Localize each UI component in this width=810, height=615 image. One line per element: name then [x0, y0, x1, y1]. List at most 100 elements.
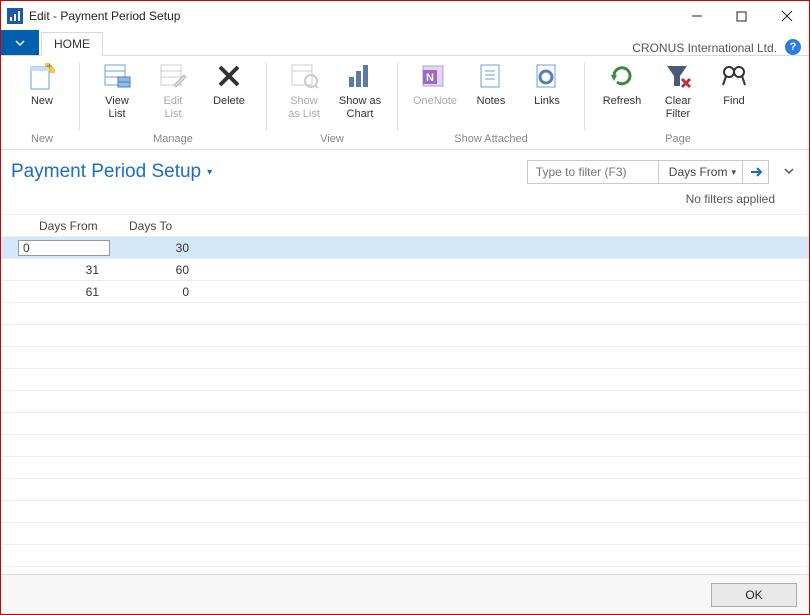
ribbon-group-page: Refresh Clear Filter Find Page	[589, 58, 767, 149]
ok-button[interactable]: OK	[711, 583, 797, 607]
table-row[interactable]	[1, 347, 809, 369]
maximize-button[interactable]	[719, 1, 764, 31]
table-row[interactable]: 030	[1, 237, 809, 259]
table-row[interactable]	[1, 391, 809, 413]
filter-input[interactable]	[528, 161, 658, 183]
delete-label: Delete	[213, 95, 245, 121]
refresh-label: Refresh	[603, 95, 642, 121]
ribbon: New New View List Edit List	[1, 56, 809, 150]
app-window: Edit - Payment Period Setup HOME CRONUS …	[0, 0, 810, 615]
delete-icon	[213, 60, 245, 92]
links-button[interactable]: Links	[520, 58, 574, 121]
group-label-view: View	[277, 133, 387, 149]
edit-list-button[interactable]: Edit List	[146, 58, 200, 121]
find-label: Find	[723, 95, 744, 121]
edit-list-icon	[157, 60, 189, 92]
notes-button[interactable]: Notes	[464, 58, 518, 121]
grid-body[interactable]: 0303160610	[1, 237, 809, 574]
minimize-button[interactable]	[674, 1, 719, 31]
footer: OK	[1, 574, 809, 614]
page-title-text: Payment Period Setup	[11, 161, 201, 183]
show-as-list-label: Show as List	[288, 95, 320, 121]
svg-text:N: N	[426, 72, 434, 84]
filter-go-button[interactable]	[742, 161, 768, 183]
column-header-days-from[interactable]: Days From	[19, 219, 109, 233]
filter-field-dropdown[interactable]: Days From ▾	[658, 161, 742, 183]
file-tab[interactable]	[1, 30, 39, 55]
cell-days-to[interactable]: 30	[109, 241, 199, 255]
show-as-list-button[interactable]: Show as List	[277, 58, 331, 121]
content-header: Payment Period Setup ▾ Days From ▾	[1, 150, 809, 190]
onenote-label: OneNote	[413, 95, 457, 121]
help-icon[interactable]: ?	[785, 39, 801, 55]
table-row[interactable]: 610	[1, 281, 809, 303]
group-label-page: Page	[595, 133, 761, 149]
table-row[interactable]	[1, 413, 809, 435]
cell-days-to[interactable]: 0	[109, 285, 199, 299]
table-row[interactable]	[1, 325, 809, 347]
ribbon-group-show-attached: N OneNote Notes Links Show Atta	[402, 58, 580, 149]
table-row[interactable]	[1, 545, 809, 567]
cell-days-from[interactable]: 61	[19, 285, 109, 299]
tab-home[interactable]: HOME	[41, 32, 103, 56]
show-as-chart-button[interactable]: Show as Chart	[333, 58, 387, 121]
maximize-icon	[736, 11, 747, 22]
group-label-show-attached: Show Attached	[408, 133, 574, 149]
page-title[interactable]: Payment Period Setup ▾	[11, 161, 212, 183]
onenote-icon: N	[419, 60, 451, 92]
ribbon-group-new: New New	[9, 58, 75, 149]
table-row[interactable]	[1, 435, 809, 457]
view-list-button[interactable]: View List	[90, 58, 144, 121]
find-button[interactable]: Find	[707, 58, 761, 121]
ribbon-tabstrip: HOME CRONUS International Ltd. ?	[1, 31, 809, 56]
chevron-down-icon: ▾	[207, 167, 212, 178]
grid-header: Days From Days To	[1, 215, 809, 237]
links-label: Links	[534, 95, 560, 121]
filter-field-label: Days From	[669, 165, 728, 179]
clear-filter-label: Clear Filter	[665, 95, 691, 121]
ok-label: OK	[745, 588, 762, 602]
arrow-right-icon	[749, 165, 763, 179]
table-row[interactable]	[1, 369, 809, 391]
cell-days-to[interactable]: 60	[109, 263, 199, 277]
expand-chevron[interactable]	[783, 165, 795, 180]
edit-list-label: Edit List	[164, 95, 183, 121]
table-row[interactable]	[1, 457, 809, 479]
ribbon-group-view: Show as List Show as Chart View	[271, 58, 393, 149]
onenote-button[interactable]: N OneNote	[408, 58, 462, 121]
view-list-label: View List	[105, 95, 129, 121]
window-title: Edit - Payment Period Setup	[29, 9, 180, 23]
table-row[interactable]: 3160	[1, 259, 809, 281]
filter-box: Days From ▾	[527, 160, 769, 184]
new-icon	[26, 60, 58, 92]
table-row[interactable]	[1, 303, 809, 325]
show-as-list-icon	[288, 60, 320, 92]
cell-days-from[interactable]: 31	[19, 263, 109, 277]
new-button[interactable]: New	[15, 58, 69, 121]
clear-filter-button[interactable]: Clear Filter	[651, 58, 705, 121]
refresh-button[interactable]: Refresh	[595, 58, 649, 121]
titlebar: Edit - Payment Period Setup	[1, 1, 809, 31]
table-row[interactable]	[1, 501, 809, 523]
filter-status: No filters applied	[1, 190, 809, 214]
app-icon	[7, 8, 23, 24]
chevron-down-icon: ▾	[731, 167, 736, 178]
cell-days-from[interactable]: 0	[19, 241, 109, 255]
table-row[interactable]	[1, 479, 809, 501]
notes-icon	[475, 60, 507, 92]
minimize-icon	[691, 10, 703, 22]
clear-filter-icon	[662, 60, 694, 92]
column-header-days-to[interactable]: Days To	[109, 219, 199, 233]
new-label: New	[31, 95, 53, 121]
show-as-chart-label: Show as Chart	[339, 95, 381, 121]
notes-label: Notes	[477, 95, 506, 121]
delete-button[interactable]: Delete	[202, 58, 256, 121]
links-icon	[531, 60, 563, 92]
company-name: CRONUS International Ltd.	[632, 41, 781, 55]
group-label-new: New	[15, 133, 69, 149]
table-row[interactable]	[1, 523, 809, 545]
ribbon-group-manage: View List Edit List Delete Manage	[84, 58, 262, 149]
view-list-icon	[101, 60, 133, 92]
chevron-down-icon	[15, 38, 25, 48]
close-button[interactable]	[764, 1, 809, 31]
